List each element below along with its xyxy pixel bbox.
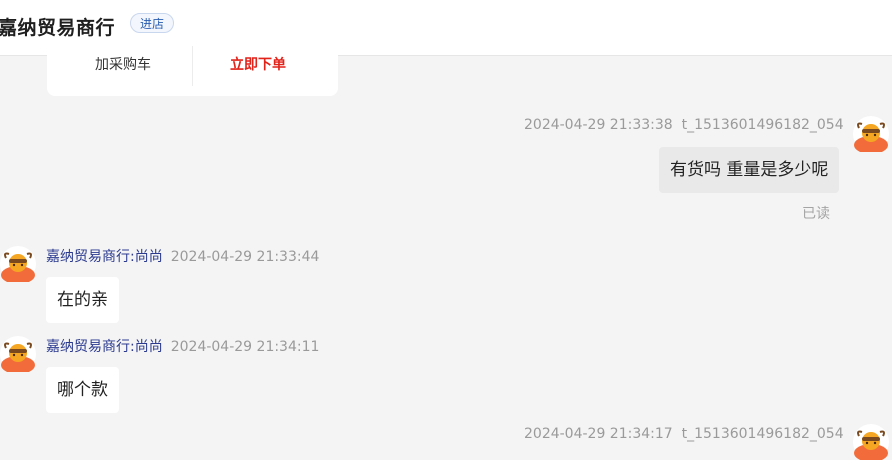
message-user: t_1513601496182_054 xyxy=(681,117,844,133)
message-meta: 2024-04-29 21:34:17 t_1513601496182_054 xyxy=(524,426,844,442)
message-time: 2024-04-29 21:34:17 xyxy=(524,426,673,442)
message-meta: 嘉纳贸易商行:尚尚 2024-04-29 21:33:44 xyxy=(46,246,319,266)
order-now-button[interactable]: 立即下单 xyxy=(230,54,286,74)
message-user: t_1513601496182_054 xyxy=(681,426,844,442)
user-avatar-icon[interactable] xyxy=(853,116,889,152)
message-time: 2024-04-29 21:33:44 xyxy=(170,249,320,265)
shop-avatar-icon[interactable] xyxy=(0,336,36,372)
product-card: 加采购车 立即下单 xyxy=(47,40,338,96)
message-time: 2024-04-29 21:33:38 xyxy=(524,117,673,133)
add-to-cart-button[interactable]: 加采购车 xyxy=(95,54,151,74)
message-time: 2024-04-29 21:34:11 xyxy=(170,339,320,355)
message-bubble-self: 有货吗 重量是多少呢 xyxy=(659,147,840,193)
message-bubble-other: 在的亲 xyxy=(46,277,119,323)
message-sender[interactable]: 嘉纳贸易商行:尚尚 xyxy=(46,249,163,265)
message-sender[interactable]: 嘉纳贸易商行:尚尚 xyxy=(46,339,163,355)
shop-avatar-icon[interactable] xyxy=(0,246,36,282)
enter-store-button[interactable]: 进店 xyxy=(130,13,174,33)
message-meta: 2024-04-29 21:33:38 t_1513601496182_054 xyxy=(524,117,844,133)
message-meta: 嘉纳贸易商行:尚尚 2024-04-29 21:34:11 xyxy=(46,336,319,356)
card-divider xyxy=(192,46,193,86)
user-avatar-icon[interactable] xyxy=(853,424,889,460)
shop-name: 嘉纳贸易商行 xyxy=(0,17,116,39)
message-bubble-other: 哪个款 xyxy=(46,367,119,413)
read-status: 已读 xyxy=(802,206,830,222)
